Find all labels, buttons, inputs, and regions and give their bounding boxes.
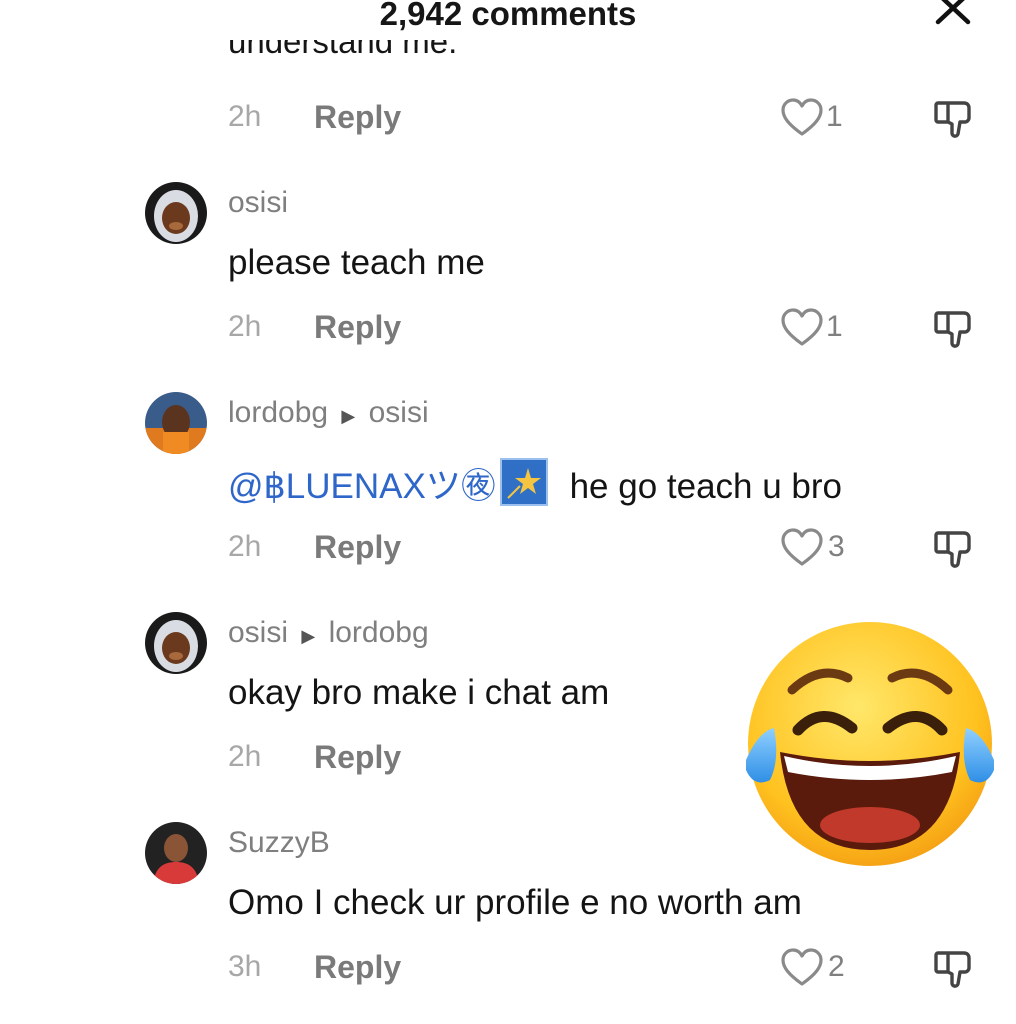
like-button[interactable] (780, 528, 824, 568)
thumbs-down-icon (934, 311, 971, 348)
dislike-button[interactable] (934, 98, 976, 140)
like-count: 3 (828, 530, 845, 563)
like-count: 1 (826, 100, 843, 133)
heart-icon (781, 98, 823, 136)
heart-icon (781, 528, 823, 566)
thumbs-down-icon (934, 951, 971, 988)
comment-username[interactable]: lordobg ▶ osisi (228, 396, 429, 430)
comment-username-text: osisi (228, 616, 289, 649)
reply-button[interactable]: Reply (314, 739, 401, 776)
dislike-button[interactable] (934, 308, 976, 350)
comment-time: 2h (228, 100, 262, 133)
truncated-comment-text: understand me. (228, 40, 458, 60)
like-count: 1 (826, 310, 843, 343)
comment-text: please teach me (228, 243, 485, 282)
comment-text: Omo I check ur profile e no worth am (228, 883, 802, 922)
thumbs-down-icon (934, 531, 971, 568)
reply-button[interactable]: Reply (314, 949, 401, 986)
close-icon (935, 0, 971, 25)
comments-count-title: 2,942 comments (379, 0, 637, 32)
avatar[interactable] (145, 612, 207, 674)
heart-icon (781, 948, 823, 986)
reply-arrow-icon: ▶ (296, 626, 321, 646)
reply-to-username[interactable]: osisi (369, 396, 429, 429)
comment-text: okay bro make i chat am (228, 673, 610, 712)
comment-username[interactable]: osisi ▶ lordobg (228, 616, 429, 650)
like-button[interactable] (780, 308, 824, 348)
comment-username-text: lordobg (228, 396, 329, 429)
comment-text-row: @฿LUENAXツ㊰ he go teach u bro (228, 458, 842, 509)
like-button[interactable] (780, 948, 824, 988)
avatar[interactable] (145, 392, 207, 454)
thumbs-down-icon (934, 101, 971, 138)
comment-username[interactable]: SuzzyB (228, 826, 330, 860)
reply-button[interactable]: Reply (314, 529, 401, 566)
reply-button[interactable]: Reply (314, 309, 401, 346)
avatar[interactable] (145, 822, 207, 884)
face-with-tears-of-joy-emoji-icon (740, 620, 1000, 870)
reply-to-username[interactable]: lordobg (329, 616, 429, 649)
mention-link[interactable]: @฿LUENAXツ㊰ (228, 467, 496, 506)
dislike-button[interactable] (934, 528, 976, 570)
like-count: 2 (828, 950, 845, 983)
like-button[interactable] (780, 98, 824, 138)
heart-icon (781, 308, 823, 346)
dislike-button[interactable] (934, 948, 976, 990)
star-emoji-icon (499, 458, 548, 506)
avatar[interactable] (145, 182, 207, 244)
comment-time: 3h (228, 950, 262, 983)
close-button[interactable] (930, 0, 978, 36)
reply-arrow-icon: ▶ (336, 406, 361, 426)
comment-time: 2h (228, 530, 262, 563)
comment-time: 2h (228, 310, 262, 343)
comment-text: he go teach u bro (569, 467, 843, 506)
comment-username[interactable]: osisi (228, 186, 288, 220)
reply-button[interactable]: Reply (314, 99, 401, 136)
comment-time: 2h (228, 740, 262, 773)
